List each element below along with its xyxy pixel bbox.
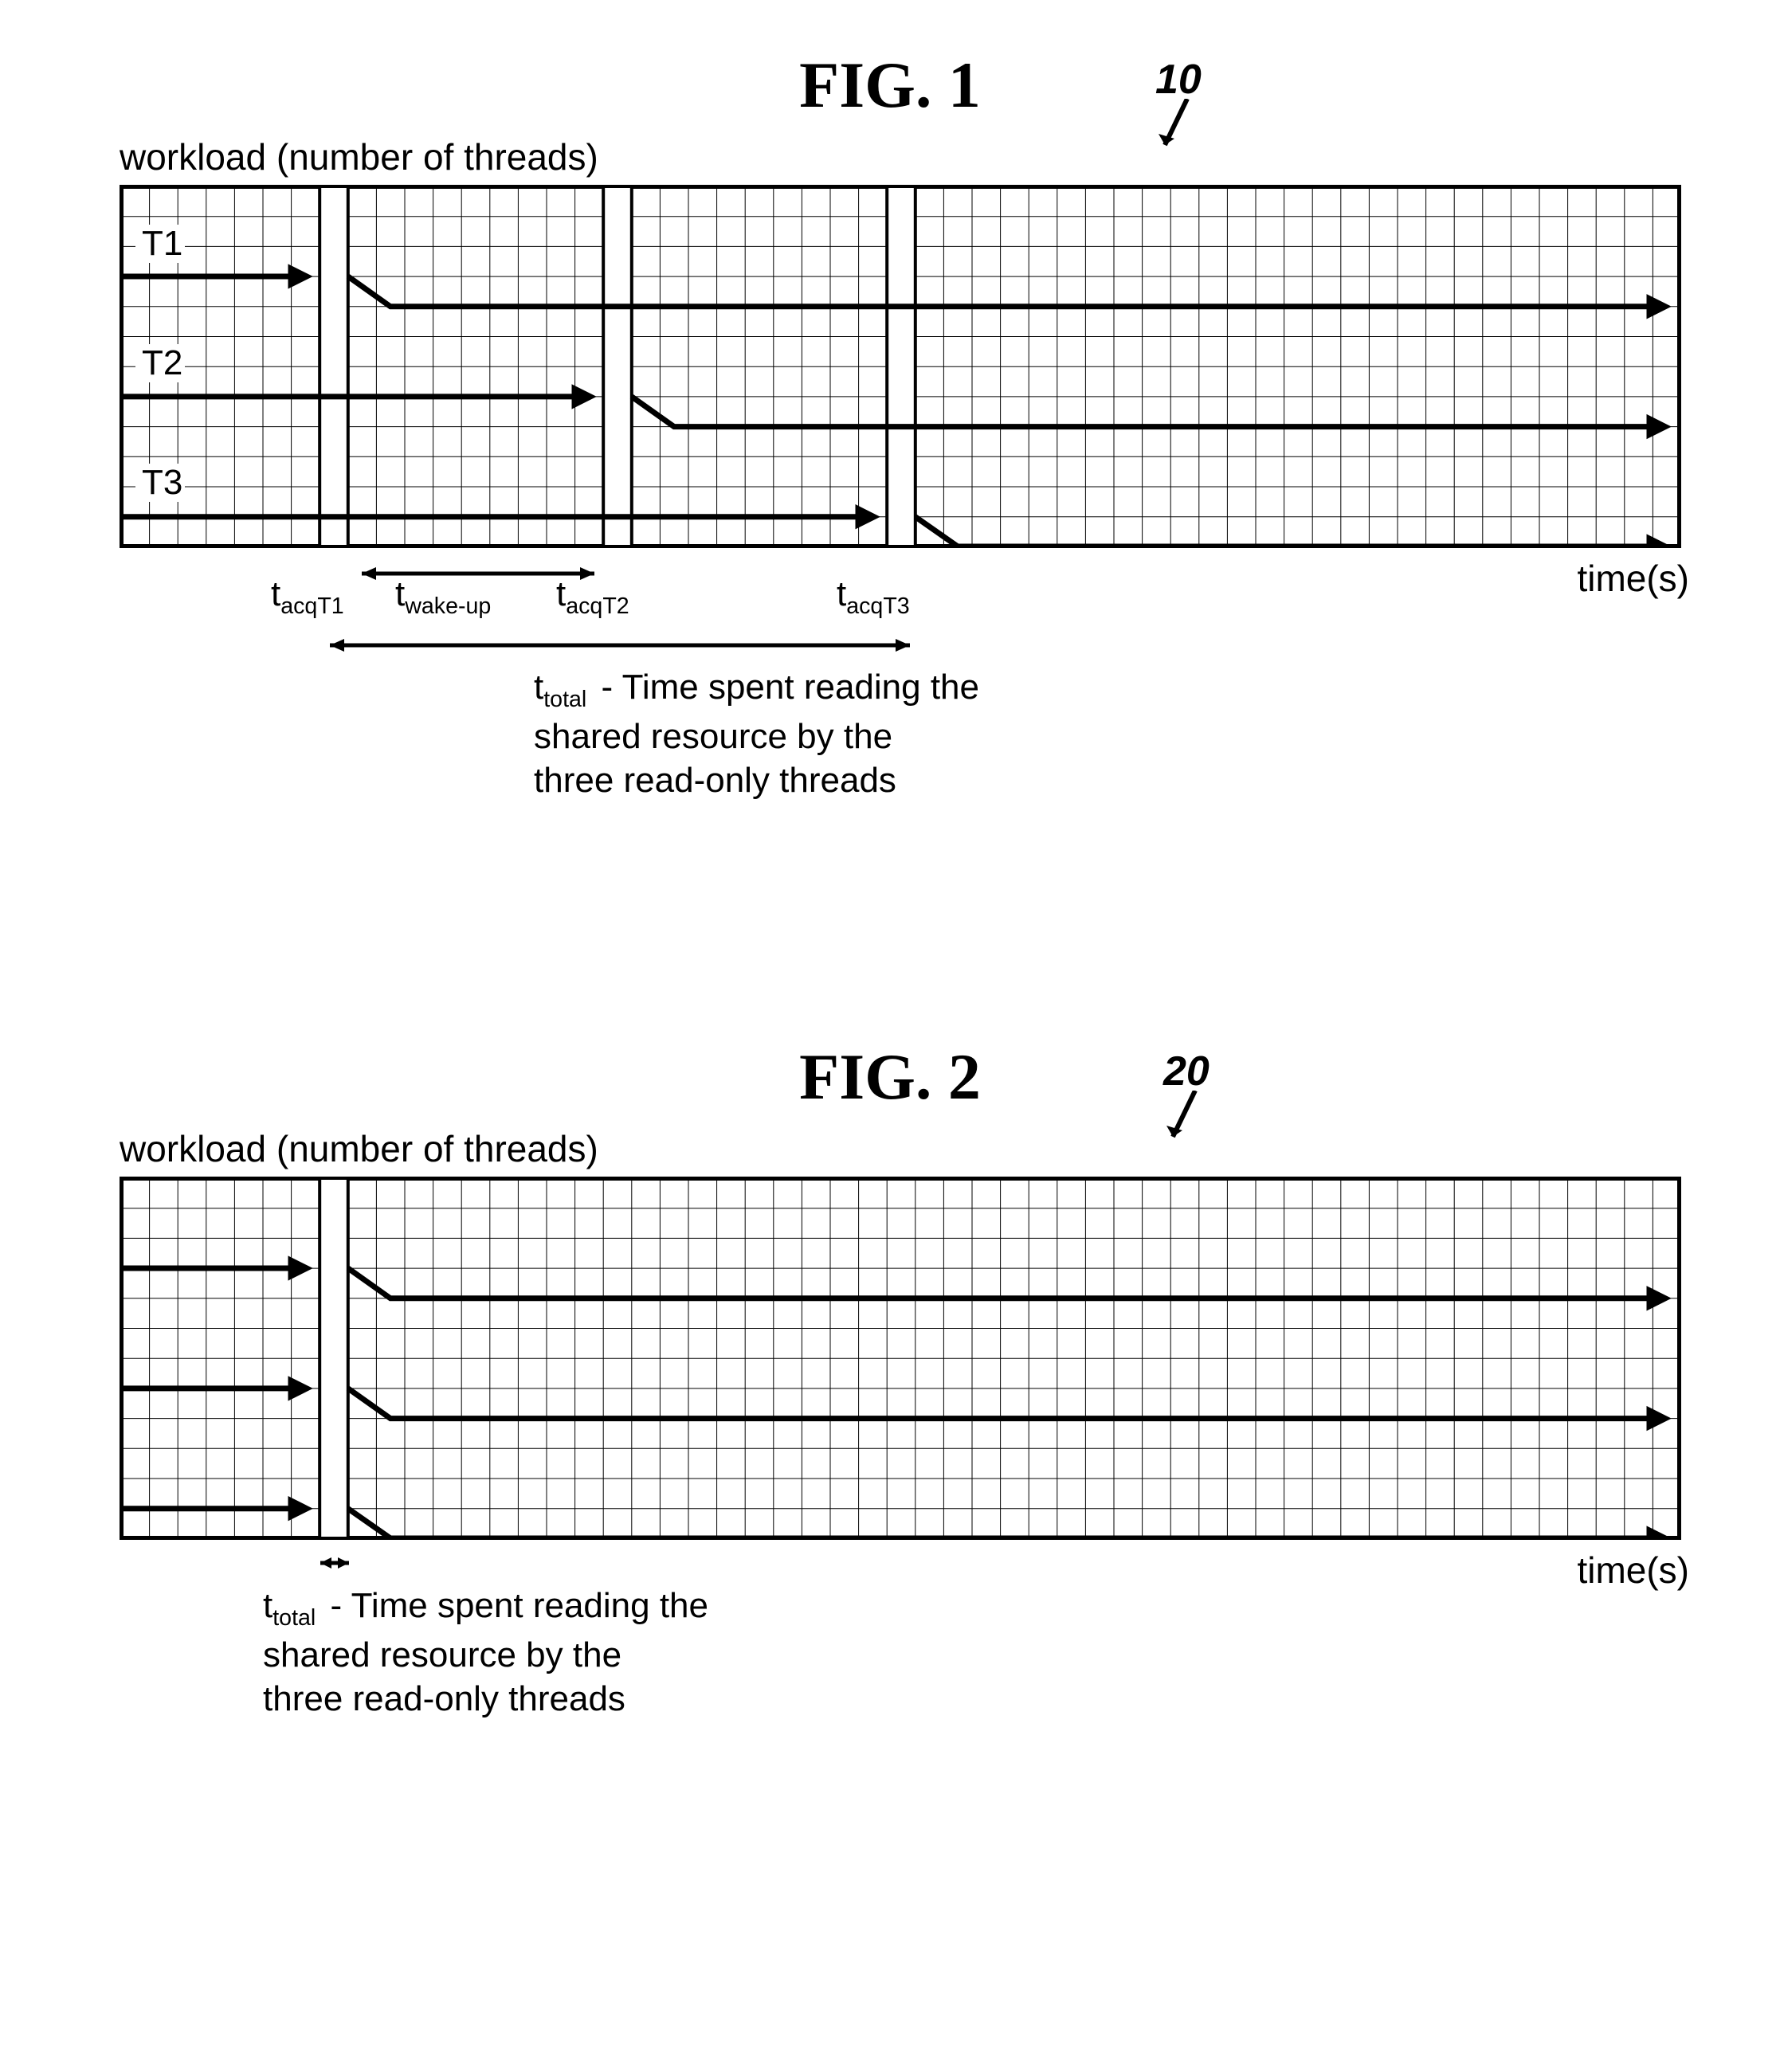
figure-2-chart: time(s) [120, 1177, 1681, 1544]
label-t-total-fig1: ttotal - Time spent reading theshared re… [534, 665, 979, 802]
figure-1-svg: T1 T2 T3 [120, 185, 1681, 548]
figure-1-chart: T1 T2 T3 [120, 185, 1681, 552]
arrow-total-fig1 [320, 633, 919, 657]
t-total-desc-fig2: - Time spent reading theshared resource … [263, 1586, 708, 1718]
figure-1-y-axis-label: workload (number of threads) [120, 135, 1748, 178]
figure-2-refnum-text: 20 [1163, 1048, 1210, 1095]
figure-2: FIG. 2 20 workload (number of threads) [32, 1040, 1748, 1761]
figure-2-refnum: 20 [1163, 1048, 1211, 1146]
thread-t2-label: T2 [142, 343, 182, 382]
label-t-acq-t2: tacqT2 [556, 574, 629, 620]
figure-1-annotations: tacqT1 twake-up tacqT2 tacqT3 ttotal - T… [120, 562, 1748, 817]
t-total-symbol-fig1: ttotal [534, 668, 586, 707]
t-total-symbol-fig2: ttotal [263, 1586, 316, 1625]
figure-1-refnum: 10 [1155, 56, 1203, 155]
figure-1-refnum-text: 10 [1155, 57, 1202, 103]
t-total-desc-fig1: - Time spent reading theshared resource … [534, 668, 979, 800]
figure-2-svg [120, 1177, 1681, 1540]
reference-arrow-icon [1163, 1091, 1211, 1146]
figure-2-y-axis-label: workload (number of threads) [120, 1127, 1748, 1170]
label-t-acq-t3: tacqT3 [837, 574, 910, 620]
label-t-acq-t1: tacqT1 [271, 574, 344, 620]
figure-2-title: FIG. 2 [799, 1040, 981, 1114]
reference-arrow-icon [1155, 99, 1203, 155]
arrow-total-fig2 [314, 1553, 355, 1573]
thread-t1-label: T1 [142, 224, 182, 263]
thread-t3-label: T3 [142, 463, 182, 502]
figure-1: FIG. 1 10 workload (number of threads) [32, 48, 1748, 817]
label-t-total-fig2: ttotal - Time spent reading theshared re… [263, 1584, 708, 1721]
figure-2-annotations: ttotal - Time spent reading theshared re… [120, 1553, 1748, 1761]
figure-1-title: FIG. 1 [799, 48, 981, 123]
label-t-wakeup: twake-up [395, 574, 491, 620]
